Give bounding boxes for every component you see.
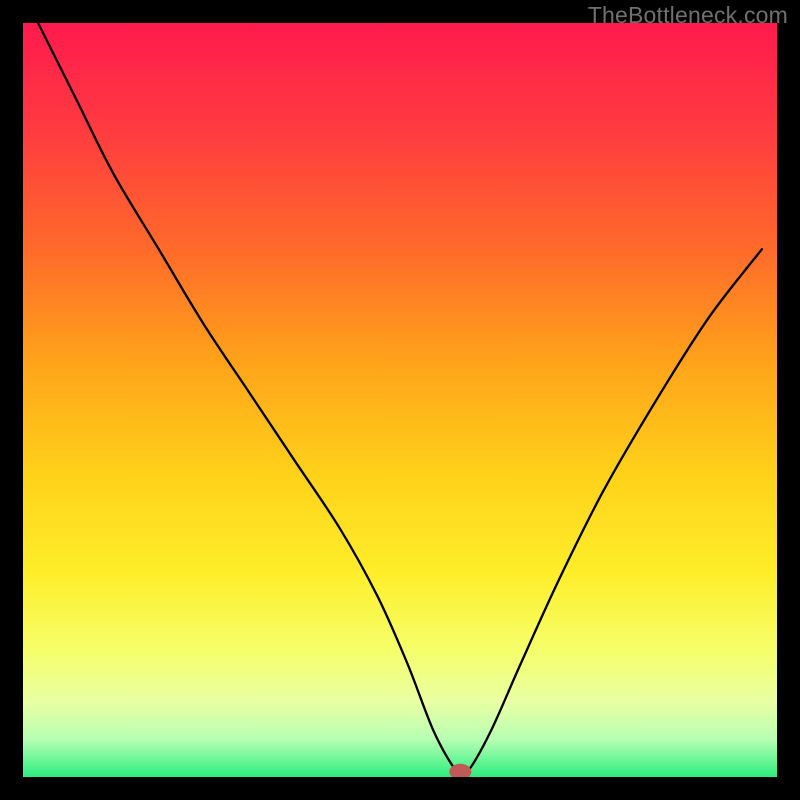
- gradient-background: [23, 23, 777, 777]
- bottleneck-chart: [23, 23, 777, 777]
- plot-area: [23, 23, 777, 777]
- chart-frame: TheBottleneck.com: [0, 0, 800, 800]
